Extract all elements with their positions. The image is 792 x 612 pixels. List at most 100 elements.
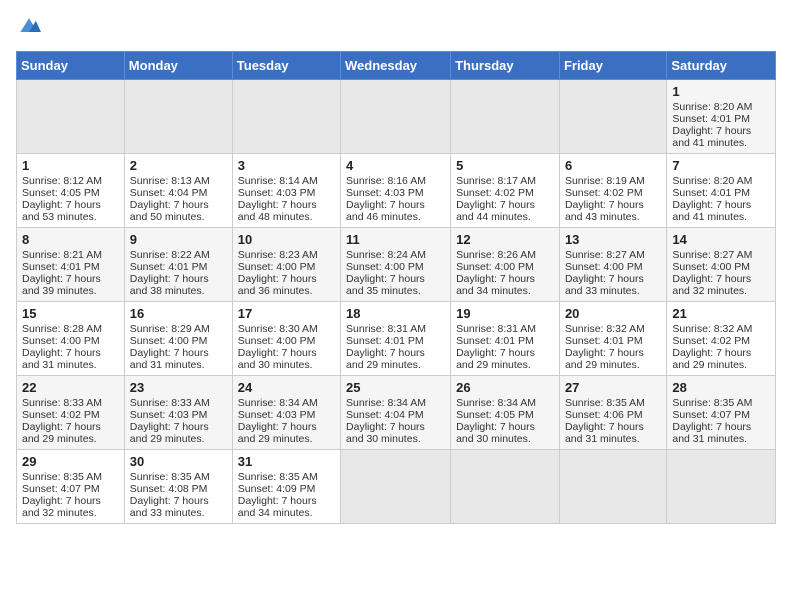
logo (16, 16, 41, 41)
day-number: 15 (22, 306, 119, 321)
sunset-text: Sunset: 4:03 PM (130, 409, 208, 421)
sunrise-text: Sunrise: 8:23 AM (238, 249, 318, 261)
daylight-text: Daylight: 7 hours and 35 minutes. (346, 273, 425, 297)
calendar-cell: 30Sunrise: 8:35 AMSunset: 4:08 PMDayligh… (124, 450, 232, 524)
calendar-week-5: 29Sunrise: 8:35 AMSunset: 4:07 PMDayligh… (17, 450, 776, 524)
calendar-cell: 19Sunrise: 8:31 AMSunset: 4:01 PMDayligh… (451, 302, 560, 376)
calendar-cell: 15Sunrise: 8:28 AMSunset: 4:00 PMDayligh… (17, 302, 125, 376)
sunrise-text: Sunrise: 8:31 AM (456, 323, 536, 335)
calendar-cell: 6 Sunrise: 8:19 AMSunset: 4:02 PMDaylight… (559, 154, 666, 228)
sunset-text: Sunset: 4:00 PM (456, 261, 534, 273)
calendar-cell: 13Sunrise: 8:27 AMSunset: 4:00 PMDayligh… (559, 228, 666, 302)
sunrise-text: Sunrise: 8:13 AM (130, 175, 210, 187)
calendar-cell (124, 80, 232, 154)
sunset-text: Sunset: 4:02 PM (456, 187, 534, 199)
sunset-text: Sunset: 4:03 PM (346, 187, 424, 199)
day-number: 7 (672, 158, 770, 173)
sunset-text: Sunset: 4:01 PM (565, 335, 643, 347)
daylight-text: Daylight: 7 hours and 31 minutes. (672, 421, 751, 445)
sunset-text: Sunset: 4:04 PM (130, 187, 208, 199)
calendar-cell: 20Sunrise: 8:32 AMSunset: 4:01 PMDayligh… (559, 302, 666, 376)
sunset-text: Sunset: 4:00 PM (238, 261, 316, 273)
calendar-cell (559, 450, 666, 524)
header-area (16, 16, 776, 41)
header-day-wednesday: Wednesday (341, 52, 451, 80)
daylight-text: Daylight: 7 hours and 29 minutes. (672, 347, 751, 371)
sunrise-text: Sunrise: 8:35 AM (672, 397, 752, 409)
daylight-text: Daylight: 7 hours and 29 minutes. (238, 421, 317, 445)
sunset-text: Sunset: 4:09 PM (238, 483, 316, 495)
calendar-cell (17, 80, 125, 154)
sunrise-text: Sunrise: 8:24 AM (346, 249, 426, 261)
daylight-text: Daylight: 7 hours and 33 minutes. (130, 495, 209, 519)
sunrise-text: Sunrise: 8:27 AM (672, 249, 752, 261)
daylight-text: Daylight: 7 hours and 39 minutes. (22, 273, 101, 297)
day-number: 11 (346, 232, 445, 247)
sunrise-text: Sunrise: 8:19 AM (565, 175, 645, 187)
sunset-text: Sunset: 4:01 PM (346, 335, 424, 347)
calendar-cell: 18 Sunrise: 8:31 AMSunset: 4:01 PMDayligh… (341, 302, 451, 376)
day-number: 1 (672, 84, 770, 99)
sunset-text: Sunset: 4:00 PM (130, 335, 208, 347)
daylight-text: Daylight: 7 hours and 50 minutes. (130, 199, 209, 223)
calendar-cell (232, 80, 340, 154)
calendar-cell: 4 Sunrise: 8:16 AMSunset: 4:03 PMDaylight… (341, 154, 451, 228)
daylight-text: Daylight: 7 hours and 30 minutes. (238, 347, 317, 371)
day-number: 18 (346, 306, 445, 321)
header-row: SundayMondayTuesdayWednesdayThursdayFrid… (17, 52, 776, 80)
header-day-monday: Monday (124, 52, 232, 80)
sunrise-text: Sunrise: 8:21 AM (22, 249, 102, 261)
sunrise-text: Sunrise: 8:26 AM (456, 249, 536, 261)
day-number: 8 (22, 232, 119, 247)
sunset-text: Sunset: 4:00 PM (346, 261, 424, 273)
day-number: 5 (456, 158, 554, 173)
calendar-cell: 29Sunrise: 8:35 AMSunset: 4:07 PMDayligh… (17, 450, 125, 524)
day-number: 1 (22, 158, 119, 173)
daylight-text: Daylight: 7 hours and 32 minutes. (672, 273, 751, 297)
sunset-text: Sunset: 4:02 PM (22, 409, 100, 421)
calendar-cell: 23Sunrise: 8:33 AMSunset: 4:03 PMDayligh… (124, 376, 232, 450)
logo-icon (17, 16, 41, 36)
day-number: 22 (22, 380, 119, 395)
day-number: 14 (672, 232, 770, 247)
day-number: 29 (22, 454, 119, 469)
sunrise-text: Sunrise: 8:31 AM (346, 323, 426, 335)
calendar-week-4: 22Sunrise: 8:33 AMSunset: 4:02 PMDayligh… (17, 376, 776, 450)
daylight-text: Daylight: 7 hours and 31 minutes. (22, 347, 101, 371)
calendar-cell: 26Sunrise: 8:34 AMSunset: 4:05 PMDayligh… (451, 376, 560, 450)
sunset-text: Sunset: 4:05 PM (456, 409, 534, 421)
sunrise-text: Sunrise: 8:35 AM (22, 471, 102, 483)
daylight-text: Daylight: 7 hours and 46 minutes. (346, 199, 425, 223)
daylight-text: Daylight: 7 hours and 29 minutes. (346, 347, 425, 371)
calendar-week-2: 8Sunrise: 8:21 AMSunset: 4:01 PMDaylight… (17, 228, 776, 302)
sunset-text: Sunset: 4:02 PM (565, 187, 643, 199)
daylight-text: Daylight: 7 hours and 44 minutes. (456, 199, 535, 223)
day-number: 21 (672, 306, 770, 321)
day-number: 19 (456, 306, 554, 321)
day-number: 13 (565, 232, 661, 247)
daylight-text: Daylight: 7 hours and 33 minutes. (565, 273, 644, 297)
calendar-cell: 1Sunrise: 8:12 AMSunset: 4:05 PMDaylight… (17, 154, 125, 228)
sunset-text: Sunset: 4:05 PM (22, 187, 100, 199)
calendar-cell: 2Sunrise: 8:13 AMSunset: 4:04 PMDaylight… (124, 154, 232, 228)
sunset-text: Sunset: 4:03 PM (238, 409, 316, 421)
day-number: 4 (346, 158, 445, 173)
sunset-text: Sunset: 4:00 PM (238, 335, 316, 347)
daylight-text: Daylight: 7 hours and 38 minutes. (130, 273, 209, 297)
daylight-text: Daylight: 7 hours and 32 minutes. (22, 495, 101, 519)
day-number: 16 (130, 306, 227, 321)
day-number: 6 (565, 158, 661, 173)
sunrise-text: Sunrise: 8:34 AM (346, 397, 426, 409)
header-day-tuesday: Tuesday (232, 52, 340, 80)
calendar-cell: 9Sunrise: 8:22 AMSunset: 4:01 PMDaylight… (124, 228, 232, 302)
logo-text (16, 16, 41, 41)
sunset-text: Sunset: 4:06 PM (565, 409, 643, 421)
sunrise-text: Sunrise: 8:35 AM (565, 397, 645, 409)
sunset-text: Sunset: 4:03 PM (238, 187, 316, 199)
sunrise-text: Sunrise: 8:16 AM (346, 175, 426, 187)
daylight-text: Daylight: 7 hours and 43 minutes. (565, 199, 644, 223)
calendar-cell: 24Sunrise: 8:34 AMSunset: 4:03 PMDayligh… (232, 376, 340, 450)
daylight-text: Daylight: 7 hours and 41 minutes. (672, 199, 751, 223)
sunrise-text: Sunrise: 8:35 AM (238, 471, 318, 483)
sunrise-text: Sunrise: 8:29 AM (130, 323, 210, 335)
